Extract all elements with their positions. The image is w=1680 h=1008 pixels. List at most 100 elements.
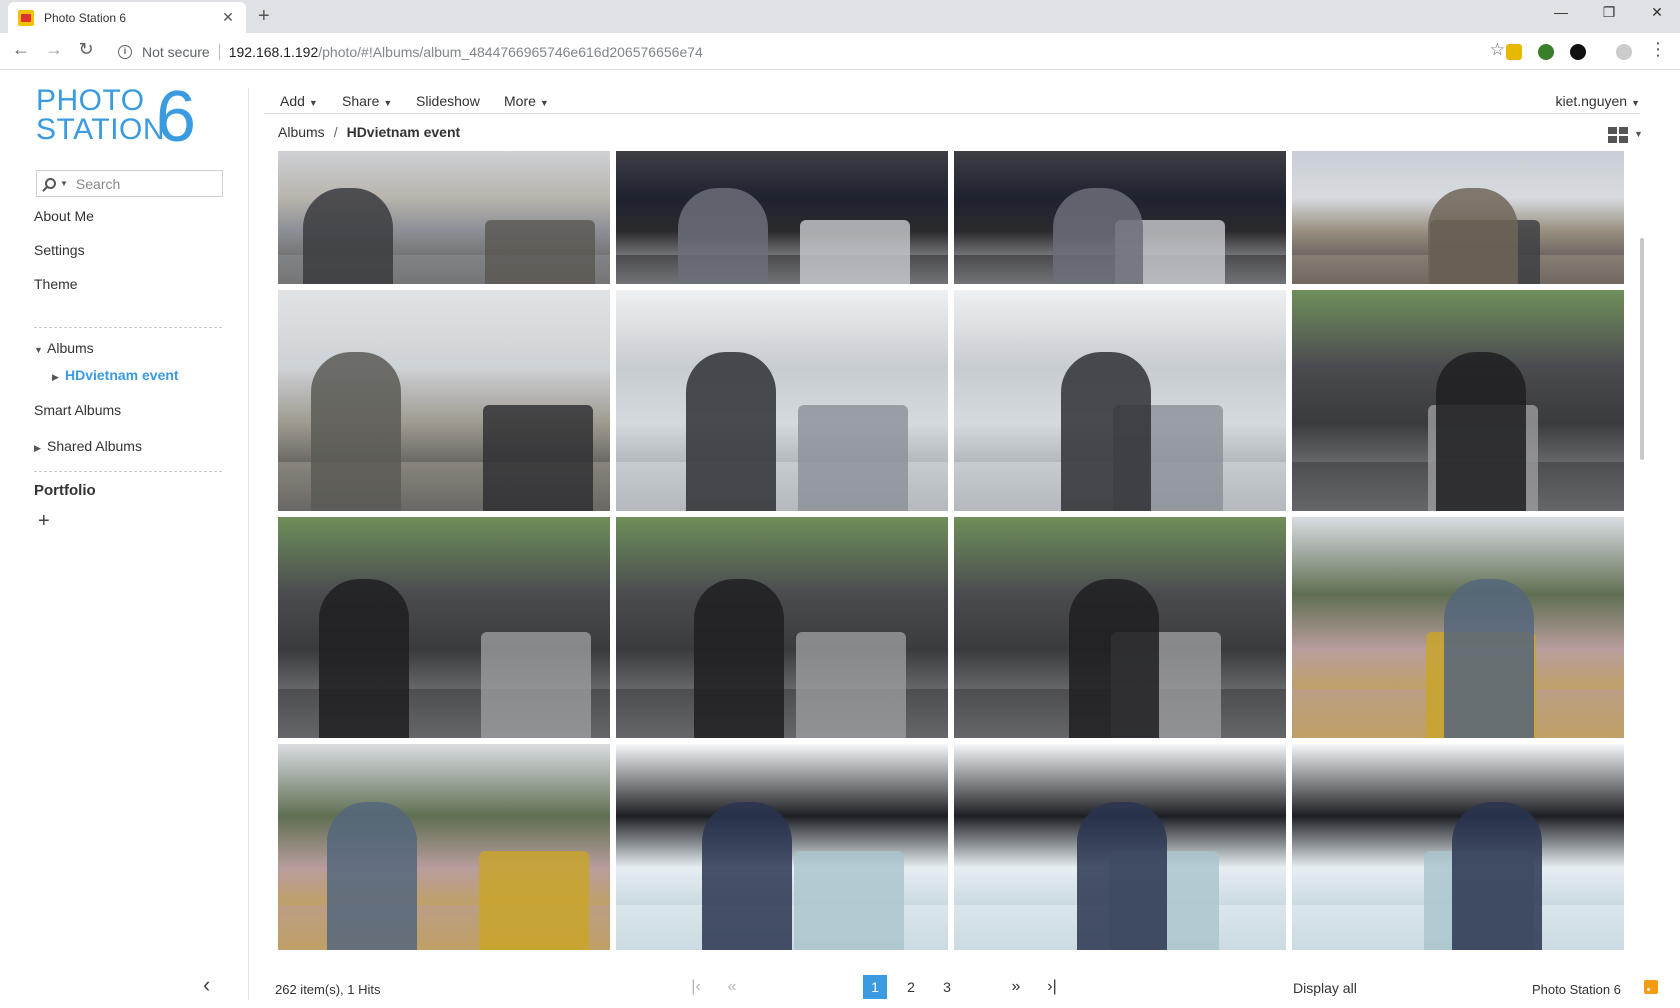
sidebar-item-smart-albums[interactable]: Smart Albums xyxy=(34,402,121,418)
tab-title: Photo Station 6 xyxy=(44,10,127,25)
add-portfolio-button[interactable]: + xyxy=(38,510,50,533)
caret-right-icon[interactable]: ▶ xyxy=(52,372,65,383)
scrollbar[interactable] xyxy=(1640,238,1644,460)
tab-close-icon[interactable]: ✕ xyxy=(220,9,236,26)
photo-image xyxy=(954,744,1286,950)
photo-thumbnail[interactable] xyxy=(278,744,610,950)
address-bar[interactable]: i Not secure 192.168.1.192/photo/#!Album… xyxy=(110,37,1505,66)
search-icon[interactable] xyxy=(45,178,56,189)
photo-thumbnail[interactable] xyxy=(954,744,1286,950)
photo-thumbnail[interactable] xyxy=(278,151,610,284)
add-menu[interactable]: Add ▼ xyxy=(280,93,318,109)
page-3-button[interactable]: 3 xyxy=(935,975,959,999)
url-separator xyxy=(218,43,220,60)
photo-thumbnail[interactable] xyxy=(1292,151,1624,284)
sidebar-item-albums[interactable]: ▼ Albums xyxy=(34,340,94,356)
profile-avatar-icon[interactable] xyxy=(1616,44,1632,60)
photo-thumbnail[interactable] xyxy=(954,517,1286,738)
search-box[interactable]: ▼ xyxy=(36,170,223,197)
sidebar-item-hdvietnam-event[interactable]: ▶ HDvietnam event xyxy=(52,367,179,383)
photo-thumbnail[interactable] xyxy=(1292,517,1624,738)
cloud-extension-icon[interactable] xyxy=(1570,44,1586,60)
logo-line1: PHOTO xyxy=(36,84,145,117)
sidebar-item-shared-albums[interactable]: ▶ Shared Albums xyxy=(34,438,142,454)
menubar: Add ▼ Share ▼ Slideshow More ▼ kiet.nguyen ▼ xyxy=(264,86,1640,114)
photo-station-logo: PHOTO STATION 6 xyxy=(36,81,196,153)
sidebar-item-theme[interactable]: Theme xyxy=(34,276,78,292)
photo-grid xyxy=(278,151,1626,950)
breadcrumb: Albums / HDvietnam event xyxy=(278,124,460,140)
reload-button[interactable]: ↻ xyxy=(74,39,98,60)
photo-image xyxy=(1292,517,1624,738)
photo-image xyxy=(616,290,948,511)
photo-thumbnail[interactable] xyxy=(278,290,610,511)
chevron-down-icon: ▼ xyxy=(308,98,318,108)
photo-station-favicon-icon xyxy=(18,9,34,26)
more-menu-label: More xyxy=(504,93,536,109)
page-2-button[interactable]: 2 xyxy=(899,975,923,999)
add-menu-label: Add xyxy=(280,93,305,109)
collapse-sidebar-button[interactable]: ‹ xyxy=(203,972,210,998)
globe-extension-icon[interactable] xyxy=(1538,44,1554,60)
photo-image xyxy=(954,517,1286,738)
share-menu[interactable]: Share ▼ xyxy=(342,93,392,109)
photo-image xyxy=(1292,151,1624,284)
forward-button[interactable]: → xyxy=(42,39,66,60)
chevron-down-icon[interactable]: ▼ xyxy=(60,179,68,188)
photo-thumbnail[interactable] xyxy=(616,151,948,284)
sidebar: PHOTO STATION 6 ▼ About Me Settings Them… xyxy=(0,70,248,1008)
last-page-button[interactable]: ›| xyxy=(1040,975,1064,999)
url-path: /photo/#!Albums/album_4844766965746e616d… xyxy=(318,43,703,60)
photo-thumbnail[interactable] xyxy=(1292,290,1624,511)
not-secure-label: Not secure xyxy=(142,43,210,60)
username: kiet.nguyen xyxy=(1555,93,1628,109)
more-menu[interactable]: More ▼ xyxy=(504,93,549,109)
sidebar-item-about[interactable]: About Me xyxy=(34,208,94,224)
photo-image xyxy=(954,290,1286,511)
photo-thumbnail[interactable] xyxy=(954,151,1286,284)
slideshow-button[interactable]: Slideshow xyxy=(416,93,480,109)
item-count: 262 item(s), 1 Hits xyxy=(275,982,381,997)
photo-thumbnail[interactable] xyxy=(616,744,948,950)
breadcrumb-albums[interactable]: Albums xyxy=(278,124,325,140)
info-icon[interactable]: i xyxy=(118,44,132,59)
chevron-down-icon[interactable]: ▼ xyxy=(1634,129,1643,139)
first-page-button[interactable]: |‹ xyxy=(684,975,708,999)
grid-view-icon[interactable] xyxy=(1608,127,1628,143)
bookmark-star-icon[interactable]: ☆ xyxy=(1490,40,1505,60)
search-input[interactable] xyxy=(75,175,206,192)
photo-image xyxy=(616,151,948,284)
back-button[interactable]: ← xyxy=(9,39,33,60)
photo-image xyxy=(278,290,610,511)
photo-image xyxy=(278,151,610,284)
window-close-button[interactable]: ✕ xyxy=(1634,4,1680,21)
rss-icon[interactable] xyxy=(1644,980,1658,994)
browser-menu-icon[interactable]: ⋮ xyxy=(1646,39,1670,60)
photo-thumbnail[interactable] xyxy=(1292,744,1624,950)
prev-page-button[interactable]: « xyxy=(720,975,744,999)
photo-image xyxy=(954,151,1286,284)
caret-down-icon[interactable]: ▼ xyxy=(34,345,47,355)
lock-extension-icon[interactable] xyxy=(1506,44,1522,60)
sidebar-item-settings[interactable]: Settings xyxy=(34,242,85,258)
page-1-button[interactable]: 1 xyxy=(863,975,887,999)
chevron-down-icon: ▼ xyxy=(539,98,549,108)
sidebar-border xyxy=(248,88,249,1000)
photo-image xyxy=(1292,744,1624,950)
photo-thumbnail[interactable] xyxy=(616,290,948,511)
restore-button[interactable]: ❐ xyxy=(1586,4,1632,21)
browser-tab[interactable]: Photo Station 6 ✕ xyxy=(8,2,246,33)
minimize-button[interactable]: — xyxy=(1538,4,1584,20)
photo-thumbnail[interactable] xyxy=(278,517,610,738)
caret-right-icon[interactable]: ▶ xyxy=(34,443,47,454)
photo-thumbnail[interactable] xyxy=(954,290,1286,511)
photo-thumbnail[interactable] xyxy=(616,517,948,738)
new-tab-button[interactable]: + xyxy=(258,5,270,28)
photo-image xyxy=(616,517,948,738)
next-page-button[interactable]: » xyxy=(1004,975,1028,999)
sidebar-item-portfolio[interactable]: Portfolio xyxy=(34,482,96,499)
user-menu[interactable]: kiet.nguyen ▼ xyxy=(1555,93,1640,109)
current-album-label: HDvietnam event xyxy=(65,367,179,383)
chevron-down-icon: ▼ xyxy=(1631,98,1640,108)
display-all-button[interactable]: Display all xyxy=(1293,980,1357,996)
